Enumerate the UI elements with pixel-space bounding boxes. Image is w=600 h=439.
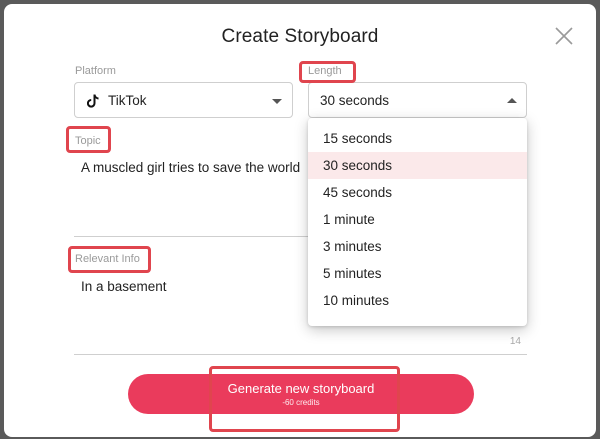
chevron-up-icon <box>507 98 517 103</box>
platform-value: TikTok <box>108 93 147 108</box>
close-icon[interactable] <box>552 24 576 48</box>
length-options-menu: 15 seconds 30 seconds 45 seconds 1 minut… <box>308 118 527 326</box>
generate-button-highlight-box <box>209 366 400 432</box>
chevron-down-icon <box>272 99 282 104</box>
create-storyboard-modal: Create Storyboard Platform TikTok Length… <box>4 4 596 437</box>
length-option[interactable]: 10 minutes <box>308 287 527 314</box>
length-select[interactable]: 30 seconds <box>308 82 527 118</box>
length-value: 30 seconds <box>320 93 390 108</box>
length-option[interactable]: 5 minutes <box>308 260 527 287</box>
tiktok-icon <box>87 94 99 108</box>
length-option-selected[interactable]: 30 seconds <box>308 152 527 179</box>
length-highlight-box <box>299 61 356 83</box>
platform-label: Platform <box>75 65 116 77</box>
platform-select[interactable]: TikTok <box>74 82 293 118</box>
length-option[interactable]: 3 minutes <box>308 233 527 260</box>
length-option[interactable]: 45 seconds <box>308 179 527 206</box>
length-option[interactable]: 15 seconds <box>308 125 527 152</box>
relevant-info-value: In a basement <box>81 279 167 294</box>
length-option[interactable]: 1 minute <box>308 206 527 233</box>
relevant-info-highlight-box <box>68 246 151 273</box>
char-count: 14 <box>509 336 521 347</box>
topic-value: A muscled girl tries to save the world <box>81 160 301 175</box>
topic-highlight-box <box>66 126 111 153</box>
modal-title: Create Storyboard <box>221 26 379 47</box>
